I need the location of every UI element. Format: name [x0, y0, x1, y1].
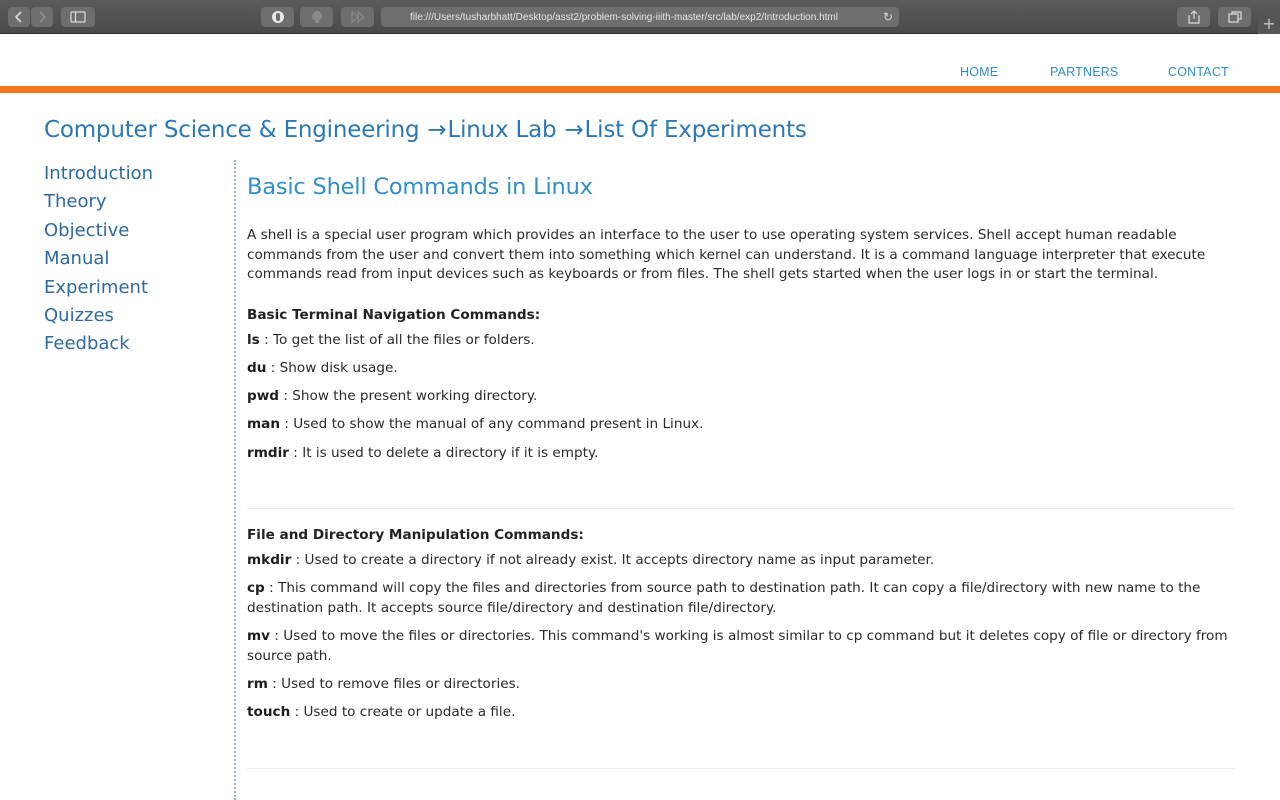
nav-partners-link[interactable]: PARTNERS: [1050, 65, 1119, 79]
breadcrumb-item-experiments[interactable]: List Of Experiments: [585, 117, 807, 143]
command-description: : This command will copy the files and d…: [247, 580, 1201, 616]
command-description: : Used to create a directory if not alre…: [291, 552, 935, 569]
command-name: mv: [247, 628, 271, 645]
section-divider: [247, 508, 1235, 510]
header-accent-bar: [0, 86, 1280, 93]
tabs-icon: [1227, 11, 1242, 23]
share-icon: [1187, 10, 1200, 24]
sidebar-item-manual[interactable]: Manual: [44, 245, 224, 273]
fast-forward-icon: [350, 11, 365, 23]
chevron-left-icon: [14, 11, 22, 23]
sidebar-icon: [70, 11, 86, 23]
main-content: Basic Shell Commands in Linux A shell is…: [247, 174, 1237, 769]
breadcrumb-arrow-icon: →: [427, 117, 447, 143]
sidebar-nav: Introduction Theory Objective Manual Exp…: [44, 160, 224, 359]
command-name: ls: [247, 331, 260, 348]
command-name: touch: [247, 704, 291, 721]
intro-paragraph: A shell is a special user program which …: [247, 227, 1206, 283]
command-description: : Show the present working directory.: [279, 388, 538, 405]
sidebar-item-quizzes[interactable]: Quizzes: [44, 302, 224, 330]
command-item: pwd : Show the present working directory…: [247, 387, 1237, 407]
navigation-commands-section: Basic Terminal Navigation Commands: ls :…: [247, 307, 1237, 463]
command-name: man: [247, 416, 281, 433]
forward-button[interactable]: [31, 7, 53, 27]
command-description: : Used to show the manual of any command…: [280, 416, 704, 433]
section-heading: Basic Terminal Navigation Commands:: [247, 306, 541, 323]
sidebar-item-objective[interactable]: Objective: [44, 217, 224, 245]
section-heading: File and Directory Manipulation Commands…: [247, 527, 584, 544]
sidebar-item-introduction[interactable]: Introduction: [44, 160, 224, 188]
command-item: du : Show disk usage.: [247, 359, 1237, 379]
address-bar[interactable]: file:///Users/tusharbhatt/Desktop/asst2/…: [381, 7, 899, 27]
command-item: touch : Used to create or update a file.: [247, 703, 1237, 723]
command-item: man : Used to show the manual of any com…: [247, 415, 1237, 435]
command-name: rmdir: [247, 444, 289, 461]
breadcrumb-item-lab[interactable]: Linux Lab: [447, 117, 556, 143]
command-name: pwd: [247, 388, 280, 405]
command-item: rmdir : It is used to delete a directory…: [247, 444, 1237, 464]
command-description: : Used to remove files or directories.: [267, 675, 520, 692]
url-text: file:///Users/tusharbhatt/Desktop/asst2/…: [410, 11, 838, 23]
breadcrumb: Computer Science & Engineering →Linux Lab…: [44, 117, 807, 143]
breadcrumb-item-department[interactable]: Computer Science & Engineering: [44, 117, 420, 143]
extension-button-3[interactable]: [341, 7, 374, 27]
shield-icon: [271, 11, 284, 23]
command-item: rm : Used to remove files or directories…: [247, 675, 1237, 695]
browser-toolbar: file:///Users/tusharbhatt/Desktop/asst2/…: [0, 0, 1280, 34]
command-description: : Show disk usage.: [266, 359, 398, 376]
reload-icon[interactable]: ↻: [883, 10, 893, 24]
bulb-icon: [311, 11, 322, 23]
extension-button-1[interactable]: [261, 7, 294, 27]
command-item: mv : Used to move the files or directori…: [247, 627, 1237, 666]
command-item: mkdir : Used to create a directory if no…: [247, 551, 1237, 571]
chevron-right-icon: [39, 11, 47, 23]
breadcrumb-arrow-icon: →: [564, 117, 584, 143]
nav-contact-link[interactable]: CONTACT: [1168, 65, 1229, 79]
new-tab-button[interactable]: +: [1258, 13, 1280, 34]
file-commands-section: File and Directory Manipulation Commands…: [247, 527, 1237, 723]
back-button[interactable]: [8, 7, 30, 27]
command-description: : It is used to delete a directory if it…: [288, 444, 599, 461]
command-description: : Used to create or update a file.: [290, 704, 516, 721]
command-description: : Used to move the files or directories.…: [247, 628, 1228, 664]
extension-button-2[interactable]: [300, 7, 333, 27]
tabs-overview-button[interactable]: [1218, 7, 1251, 27]
command-name: rm: [247, 675, 268, 692]
share-button[interactable]: [1177, 7, 1210, 27]
command-name: du: [247, 359, 267, 376]
page-title: Basic Shell Commands in Linux: [247, 174, 593, 200]
sidebar-item-theory[interactable]: Theory: [44, 188, 224, 216]
command-item: cp : This command will copy the files an…: [247, 579, 1237, 618]
sidebar-divider: [234, 160, 236, 800]
nav-home-link[interactable]: HOME: [960, 65, 998, 79]
command-description: : To get the list of all the files or fo…: [259, 331, 535, 348]
plus-icon: +: [1262, 14, 1276, 33]
sidebar-toggle-button[interactable]: [61, 7, 95, 27]
section-divider: [247, 767, 1235, 769]
sidebar-item-feedback[interactable]: Feedback: [44, 330, 224, 358]
command-item: ls : To get the list of all the files or…: [247, 331, 1237, 351]
command-name: cp: [247, 580, 265, 597]
command-name: mkdir: [247, 552, 292, 569]
sidebar-item-experiment[interactable]: Experiment: [44, 274, 224, 302]
site-header: HOME PARTNERS CONTACT: [0, 34, 1280, 86]
